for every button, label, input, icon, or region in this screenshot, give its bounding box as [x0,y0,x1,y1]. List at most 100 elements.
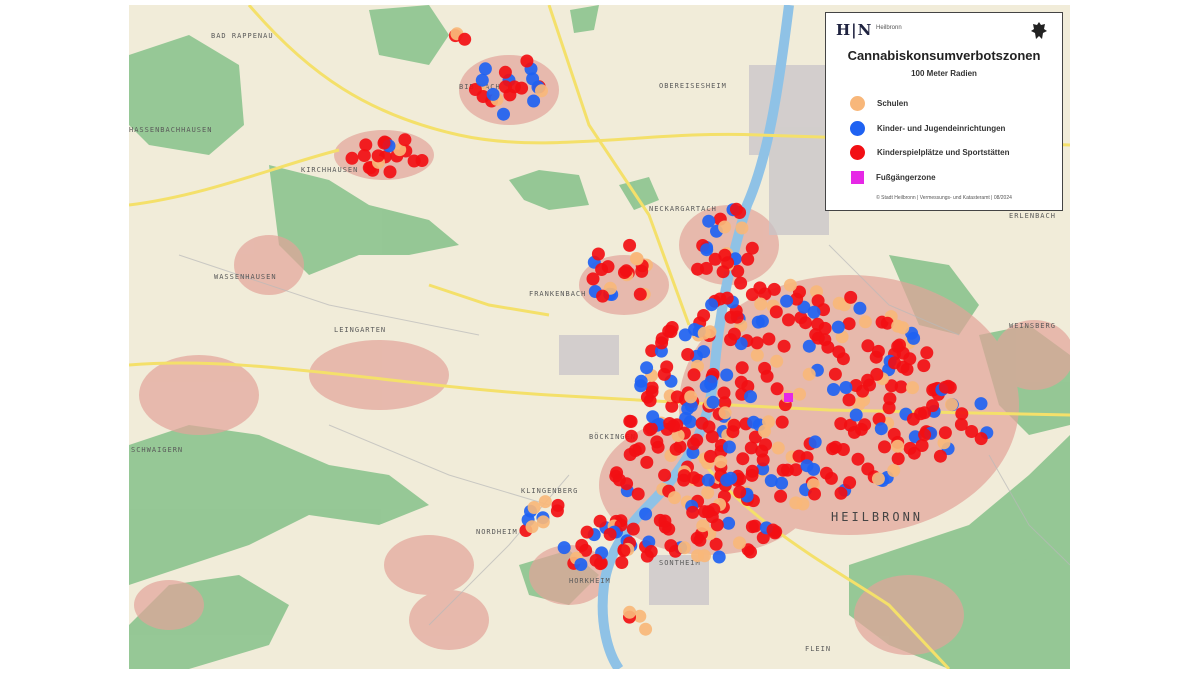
youth-facility-zone-marker [705,298,719,312]
youth-facility-zone-marker [574,558,588,571]
playground-zone-marker [851,452,865,466]
playground-zone-marker [677,469,691,483]
school-zone-marker [891,439,905,453]
playground-zone-marker [745,241,759,255]
playground-zone-marker [591,247,605,261]
playground-zone-marker [383,165,397,179]
playground-zone-marker [687,437,700,451]
youth-facility-zone-marker [755,314,769,328]
school-zone-marker [668,491,681,505]
school-zone-marker [758,424,772,438]
playground-zone-marker [398,133,412,147]
playground-zone-marker [887,427,901,441]
playground-zone-marker [734,276,748,290]
youth-facility-zone-marker [800,459,814,473]
school-zone-marker [891,319,905,333]
playground-zone-marker [726,425,740,439]
youth-facility-zone-marker [874,422,888,436]
legend-label: Fußgängerzone [876,172,936,182]
playground-zone-marker [756,453,770,467]
school-zone-marker [770,354,784,368]
playground-zone-marker [878,440,891,454]
youth-facility-zone-marker [634,374,648,388]
playground-zone-marker [575,538,589,552]
playground-zone-marker [926,399,940,413]
city-logo-subtext: Heilbronn [876,25,902,31]
youth-facility-zone-marker [839,381,853,394]
legend-label: Kinderspielplätze und Sportstätten [877,147,1010,157]
playground-zone-marker [357,149,371,162]
playground-zone-marker [844,290,858,304]
playground-zone-marker [681,348,695,361]
playground-zone-marker [920,346,934,360]
youth-facility-zone-marker [646,410,660,424]
youth-facility-zone-marker [475,73,489,87]
school-zone-marker [714,455,728,469]
youth-facility-zone-marker [747,415,761,429]
youth-facility-zone-marker [706,395,720,409]
red-circle-icon [850,144,865,160]
playground-zone-marker [650,435,664,449]
playground-zone-marker [670,390,684,404]
playground-zone-marker [750,336,764,350]
school-zone-marker [789,496,803,510]
playground-zone-marker [744,545,757,559]
playground-zone-marker [762,332,776,346]
playground-zone-marker [760,369,774,383]
playground-zone-marker [658,468,672,482]
playground-zone-marker [687,368,701,382]
playground-zone-marker [699,261,713,275]
youth-facility-zone-marker [720,473,734,487]
playground-zone-marker [595,263,609,276]
school-zone-marker [684,390,698,404]
playground-zone-marker [730,310,744,324]
playground-zone-marker [775,415,789,429]
playground-zone-marker [733,485,747,499]
playground-zone-marker [736,452,750,466]
school-zone-marker [623,605,637,619]
youth-facility-zone-marker [700,243,714,257]
school-zone-marker [802,367,816,381]
playground-zone-marker [377,136,391,150]
playground-zone-marker [774,489,788,503]
legend-item-pedestrian-zone: Fußgängerzone [850,169,936,185]
school-zone-marker [871,472,885,486]
playground-zone-marker [836,443,850,456]
school-zone-marker [718,220,732,234]
playground-zone-marker [635,264,649,278]
playground-zone-marker [767,282,781,296]
playground-zone-marker [918,428,932,442]
youth-facility-zone-marker [557,541,571,555]
playground-zone-marker [667,419,680,433]
playground-zone-marker [520,54,534,68]
school-zone-marker [906,381,919,395]
playground-zone-marker [891,452,905,466]
school-zone-marker [887,464,901,477]
pedestrian-zone-marker [784,393,793,402]
playground-zone-marker [729,202,743,216]
playground-zone-marker [697,309,711,322]
playground-zone-marker [782,313,795,327]
playground-zone-marker [856,384,870,398]
school-zone-marker [832,296,846,310]
playground-zone-marker [644,422,658,436]
youth-facility-zone-marker [722,516,736,530]
playground-zone-marker [917,359,931,373]
playground-zone-marker [741,252,755,266]
playground-zone-marker [724,333,738,347]
legend-label: Kinder- und Jugendeinrichtungen [877,123,1006,133]
playground-zone-marker [702,420,716,434]
school-zone-marker [535,84,548,98]
playground-zone-marker [938,380,952,394]
playground-zone-marker [834,486,848,500]
playground-zone-marker [619,264,633,278]
playground-zone-marker [893,338,906,352]
playground-zone-marker [458,32,472,46]
playground-zone-marker [721,256,735,270]
school-zone-marker [677,541,691,555]
playground-zone-marker [914,407,927,421]
playground-zone-marker [624,429,638,443]
school-zone-marker [525,520,539,534]
playground-zone-marker [903,441,917,455]
youth-facility-zone-marker [697,345,711,359]
